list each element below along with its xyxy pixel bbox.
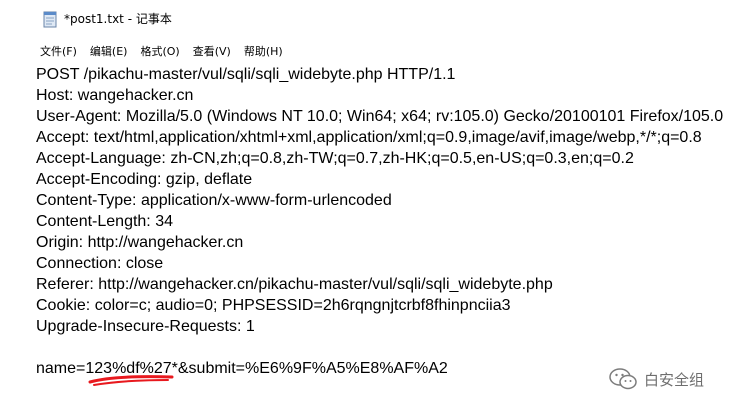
- title-bar: *post1.txt - 记事本: [34, 0, 742, 37]
- menu-help[interactable]: 帮助(H): [240, 43, 287, 59]
- editor-line: Upgrade-Insecure-Requests: 1: [36, 318, 255, 335]
- text-editor[interactable]: POST /pikachu-master/vul/sqli/sqli_wideb…: [34, 62, 742, 414]
- background-strip: [0, 0, 34, 414]
- editor-line: Referer: http://wangehacker.cn/pikachu-m…: [36, 276, 553, 293]
- editor-line: Content-Length: 34: [36, 213, 173, 230]
- menu-bar: 文件(F) 编辑(E) 格式(O) 查看(V) 帮助(H): [34, 41, 742, 61]
- menu-edit[interactable]: 编辑(E): [86, 43, 132, 59]
- editor-line: name=123%df%27*&submit=%E6%9F%A5%E8%AF%A…: [36, 360, 448, 377]
- editor-line: POST /pikachu-master/vul/sqli/sqli_wideb…: [36, 66, 456, 83]
- notepad-icon: [42, 10, 58, 28]
- editor-line: Cookie: color=c; audio=0; PHPSESSID=2h6r…: [36, 297, 511, 314]
- wechat-icon: [609, 368, 637, 390]
- editor-line: User-Agent: Mozilla/5.0 (Windows NT 10.0…: [36, 108, 724, 125]
- editor-line: Host: wangehacker.cn: [36, 87, 194, 104]
- menu-view[interactable]: 查看(V): [189, 43, 235, 59]
- window-title: *post1.txt - 记事本: [64, 12, 172, 26]
- menu-file[interactable]: 文件(F): [36, 43, 81, 59]
- editor-line: Origin: http://wangehacker.cn: [36, 234, 244, 251]
- watermark: 白安全组: [608, 366, 704, 392]
- editor-line: Content-Type: application/x-www-form-url…: [36, 192, 392, 209]
- editor-line: Accept-Encoding: gzip, deflate: [36, 171, 253, 188]
- editor-line: Connection: close: [36, 255, 164, 272]
- menu-format[interactable]: 格式(O): [136, 43, 183, 59]
- watermark-text: 白安全组: [644, 370, 705, 389]
- notepad-window: *post1.txt - 记事本 文件(F) 编辑(E) 格式(O) 查看(V)…: [34, 0, 742, 414]
- editor-line: Accept-Language: zh-CN,zh;q=0.8,zh-TW;q=…: [36, 150, 634, 167]
- editor-line: Accept: text/html,application/xhtml+xml,…: [36, 129, 702, 146]
